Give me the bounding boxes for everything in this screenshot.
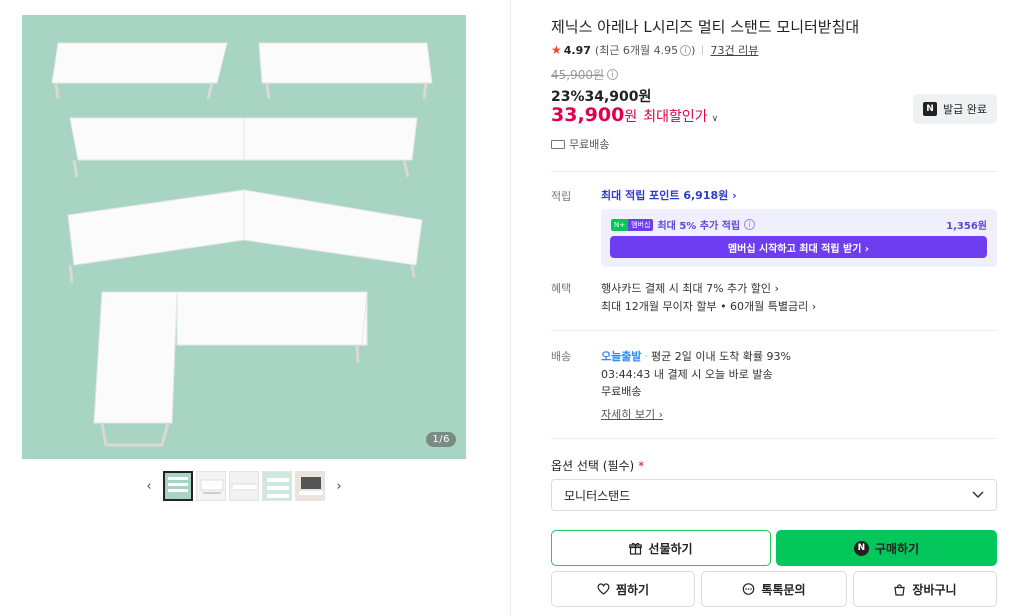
gift-label: 선물하기: [648, 541, 693, 556]
membership-start-button[interactable]: 멤버십 시작하고 최대 적립 받기 ›: [610, 236, 987, 258]
thumbnail-2[interactable]: [196, 471, 226, 501]
membership-row: N+ 멤버십 최대 5% 추가 적립 i: [611, 217, 756, 232]
naver-plus-icon: N+: [611, 218, 629, 231]
original-price: 45,900원: [551, 68, 605, 82]
monitor-stand-illustration: [22, 15, 466, 459]
thumbnail-image: [263, 472, 291, 500]
divider: [702, 45, 704, 55]
shipping-info: 무료배송: [551, 136, 609, 152]
card-discount-link[interactable]: 행사카드 결제 시 최대 7% 추가 할인 ›: [601, 280, 779, 296]
info-icon[interactable]: i: [680, 44, 692, 56]
chevron-right-icon: ›: [336, 478, 342, 494]
delivery-line-1: 오늘출발 · 평균 2일 이내 도착 확률 93%: [601, 348, 791, 364]
thumbnail-image: [230, 472, 258, 500]
thumbnail-image: [296, 472, 324, 500]
installment-link[interactable]: 최대 12개월 무이자 할부 • 60개월 특별금리 ›: [601, 298, 816, 314]
rating-row: ★ 4.97 (최근 6개월 4.95 i ) 73건 리뷰: [551, 42, 758, 58]
divider: [551, 171, 997, 172]
thumbnail-4[interactable]: [262, 471, 292, 501]
thumbnail-strip: ‹ ›: [138, 471, 350, 501]
max-discount-price-row[interactable]: 33,900 원 최대할인가 ∨: [551, 104, 718, 126]
membership-badge: N+ 멤버십: [611, 218, 654, 231]
thumbnail-3[interactable]: [229, 471, 259, 501]
wishlist-button[interactable]: 찜하기: [551, 571, 695, 607]
option-select[interactable]: 모니터스탠드: [551, 479, 997, 511]
membership-box: N+ 멤버십 최대 5% 추가 적립 i 1,356원 멤버십 시작하고 최대 …: [601, 209, 997, 267]
membership-value: 1,356원: [946, 221, 987, 232]
review-count-link[interactable]: 73건 리뷰: [710, 42, 758, 58]
chevron-down-icon: ∨: [711, 114, 719, 124]
naver-pay-icon: N: [853, 540, 869, 556]
product-main-image[interactable]: 1/6: [22, 15, 466, 459]
cart-label: 장바구니: [912, 582, 957, 597]
today-shipping-badge: 오늘출발: [601, 350, 642, 363]
dot-separator: ·: [644, 350, 648, 363]
star-icon: ★: [551, 43, 562, 57]
max-price-label: 최대할인가: [643, 109, 708, 125]
membership-text: 최대 5% 추가 적립: [657, 221, 741, 232]
truck-icon: [551, 139, 565, 149]
option-selected-value: 모니터스탠드: [564, 488, 631, 503]
delivery-countdown: 03:44:43 내 결제 시 오늘 바로 발송: [601, 368, 773, 381]
heart-icon: [597, 583, 610, 595]
thumbnail-1[interactable]: [163, 471, 193, 501]
thumbnail-image: [197, 472, 225, 500]
image-counter: 1/6: [426, 432, 456, 447]
max-points-link[interactable]: 최대 적립 포인트 6,918원 ›: [601, 187, 737, 203]
membership-badge-label: 멤버십: [628, 218, 654, 231]
coupon-label: 발급 완료: [943, 103, 987, 116]
delivery-arrival-text: 평균 2일 이내 도착 확률 93%: [650, 350, 791, 363]
recent-rating: (최근 6개월 4.95: [594, 44, 679, 57]
discount-price: 23%34,900원: [551, 89, 652, 105]
original-price-row: 45,900원 i: [551, 66, 619, 83]
option-label: 옵션 선택 (필수) *: [551, 457, 644, 474]
divider: [551, 330, 997, 331]
max-price-number: 33,900: [551, 104, 625, 126]
recent-rating-close: ): [691, 43, 696, 57]
rating-score: 4.97: [563, 43, 591, 57]
gift-button[interactable]: 선물하기: [551, 530, 771, 566]
prev-thumbnail-button[interactable]: ‹: [138, 471, 160, 501]
talk-inquiry-label: 톡톡문의: [761, 582, 806, 597]
benefits-label: 혜택: [551, 282, 572, 295]
max-price-currency: 원: [624, 109, 638, 125]
buy-label: 구매하기: [874, 541, 920, 556]
points-label: 적립: [551, 190, 572, 203]
chevron-left-icon: ‹: [146, 478, 152, 494]
divider: [551, 438, 997, 439]
wishlist-label: 찜하기: [615, 582, 650, 597]
info-icon[interactable]: i: [607, 69, 619, 80]
option-label-text: 옵션 선택 (필수): [551, 459, 635, 473]
coupon-issued-button[interactable]: N 발급 완료: [913, 94, 997, 124]
next-thumbnail-button[interactable]: ›: [328, 471, 350, 501]
talk-inquiry-button[interactable]: 톡톡문의: [701, 571, 847, 607]
delivery-free: 무료배송: [601, 385, 642, 398]
product-title: 제닉스 아레나 L시리즈 멀티 스탠드 모니터받침대: [551, 18, 860, 36]
thumbnail-5[interactable]: [295, 471, 325, 501]
divider: [510, 0, 511, 616]
buy-button[interactable]: N 구매하기: [776, 530, 997, 566]
product-gallery: 1/6 ‹ ›: [0, 0, 510, 616]
delivery-detail-link[interactable]: 자세히 보기 ›: [601, 406, 663, 422]
chat-bubble-icon: [743, 582, 755, 595]
required-mark: *: [638, 459, 645, 473]
delivery-label: 배송: [551, 350, 572, 363]
thumbnail-image: [165, 473, 191, 499]
naver-n-icon: N: [923, 102, 937, 116]
shipping-label: 무료배송: [569, 138, 610, 151]
chevron-down-icon: [972, 491, 984, 499]
info-icon[interactable]: i: [744, 219, 756, 230]
gift-icon: [629, 542, 643, 555]
cart-button[interactable]: 장바구니: [853, 571, 997, 607]
shopping-bag-icon: [894, 583, 906, 596]
